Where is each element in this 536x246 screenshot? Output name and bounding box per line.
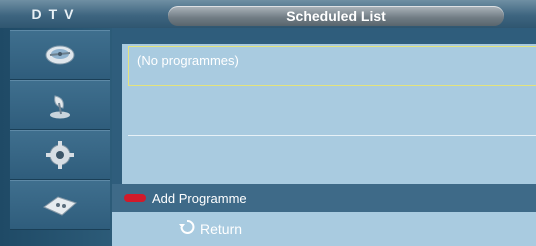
red-key-icon <box>124 194 146 202</box>
empty-list-text: (No programmes) <box>137 53 239 68</box>
list-item[interactable]: (No programmes) <box>128 46 536 86</box>
sidebar-item-input[interactable] <box>10 180 110 230</box>
satellite-dish-icon <box>43 42 77 68</box>
sidebar-item-sound[interactable] <box>10 80 110 130</box>
title-bar: DTV Scheduled List <box>0 0 536 28</box>
sidebar-item-picture[interactable] <box>10 30 110 80</box>
action-bar: Add Programme <box>112 184 536 212</box>
remote-control-icon <box>40 191 80 219</box>
return-button[interactable]: Return <box>178 218 242 241</box>
footer: Return <box>112 212 536 246</box>
gear-icon <box>44 139 76 171</box>
divider <box>128 135 536 136</box>
page-title: Scheduled List <box>168 6 504 26</box>
return-label: Return <box>200 221 243 237</box>
mode-label: DTV <box>31 6 81 22</box>
sidebar <box>0 28 112 246</box>
antenna-icon <box>43 90 77 120</box>
sidebar-item-setup[interactable] <box>10 130 110 180</box>
return-arrow-icon <box>178 218 196 241</box>
add-programme-button[interactable]: Add Programme <box>152 191 247 206</box>
